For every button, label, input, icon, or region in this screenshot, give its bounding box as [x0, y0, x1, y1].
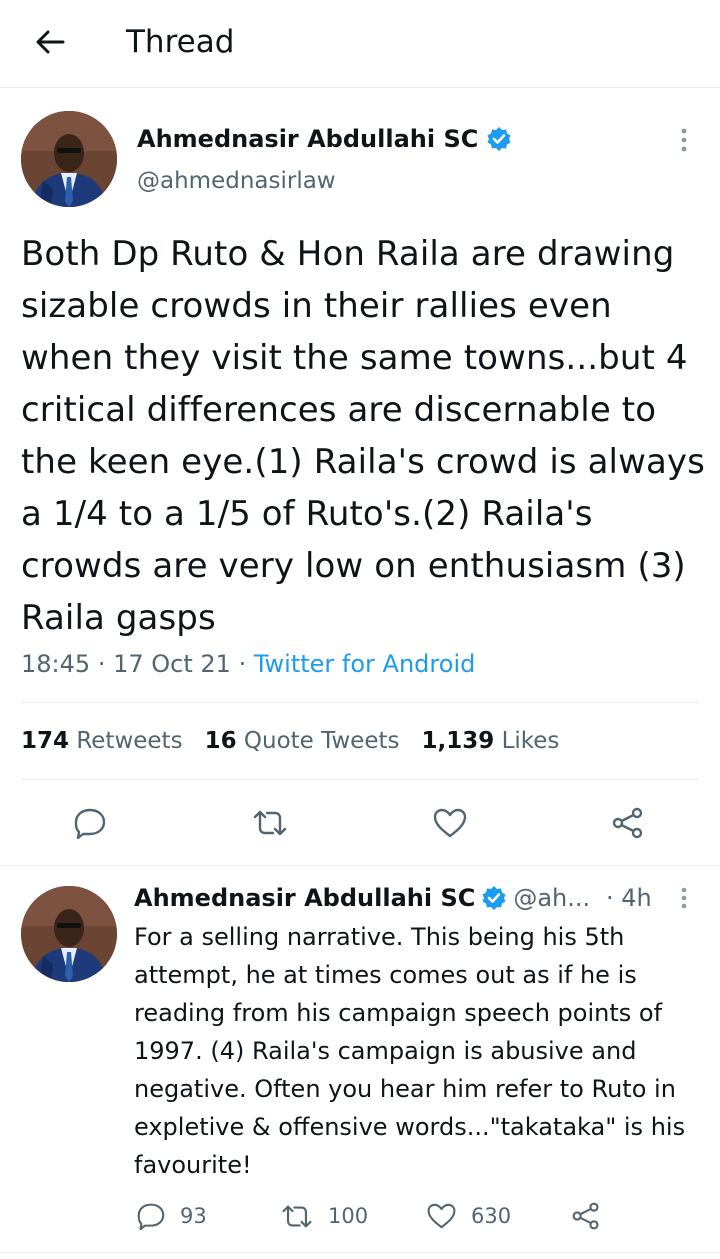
- like-button[interactable]: [428, 801, 472, 845]
- tweet-source-link[interactable]: Twitter for Android: [254, 650, 475, 678]
- tweet-time: 18:45: [21, 650, 91, 678]
- reply-icon: [74, 808, 106, 839]
- meta-separator: ·: [97, 650, 106, 678]
- more-options-button[interactable]: [670, 124, 698, 156]
- tweet-date: 17 Oct 21: [113, 650, 231, 678]
- avatar[interactable]: [21, 111, 117, 207]
- author-handle[interactable]: @ahmednasirlaw: [137, 165, 336, 197]
- top-bar: Thread: [0, 0, 720, 88]
- likes-stat[interactable]: 1,139 Likes: [421, 724, 559, 758]
- reply-more-options-button[interactable]: [670, 883, 698, 913]
- retweets-stat[interactable]: 174 Retweets: [21, 724, 183, 758]
- reply-text: For a selling narrative. This being his …: [134, 923, 686, 1179]
- verified-badge-icon: [482, 886, 506, 910]
- quote-tweets-stat[interactable]: 16 Quote Tweets: [205, 724, 400, 758]
- reply-header: Ahmednasir Abdullahi SC @ah... · 4h: [134, 880, 674, 916]
- author-name-row[interactable]: Ahmednasir Abdullahi SC: [137, 122, 512, 156]
- heart-icon: [433, 808, 467, 838]
- reply-count: 93: [180, 1204, 207, 1228]
- tweet-text: Both Dp Ruto & Hon Raila are drawing siz…: [21, 234, 705, 638]
- page-title: Thread: [126, 24, 235, 60]
- reply-avatar[interactable]: [21, 886, 117, 982]
- reply-share-button[interactable]: [570, 1196, 602, 1236]
- reply-author-handle[interactable]: @ah...: [513, 884, 590, 912]
- verified-badge-icon: [487, 127, 511, 151]
- more-vertical-icon: [681, 887, 687, 909]
- more-vertical-icon: [681, 128, 687, 152]
- divider: [0, 865, 720, 866]
- reply-author-name[interactable]: Ahmednasir Abdullahi SC: [134, 884, 475, 912]
- tweet-stats: 174 Retweets 16 Quote Tweets 1,139 Likes: [21, 724, 559, 758]
- divider: [21, 702, 699, 703]
- share-icon: [572, 1202, 599, 1230]
- retweet-icon: [282, 1205, 312, 1227]
- reply-like-button[interactable]: 630: [426, 1196, 511, 1236]
- share-button[interactable]: [606, 801, 650, 845]
- retweet-icon: [253, 810, 287, 836]
- reply-button[interactable]: [68, 801, 112, 845]
- tweet-meta: 18:45 · 17 Oct 21 · Twitter for Android: [21, 647, 475, 681]
- back-button[interactable]: [30, 22, 70, 62]
- retweet-count: 100: [328, 1204, 369, 1228]
- divider: [0, 1252, 720, 1253]
- author-name[interactable]: Ahmednasir Abdullahi SC: [137, 122, 478, 156]
- reply-reply-button[interactable]: 93: [136, 1196, 207, 1236]
- reply-icon: [137, 1203, 165, 1230]
- reply-retweet-button[interactable]: 100: [280, 1196, 368, 1236]
- like-count: 630: [471, 1204, 512, 1228]
- retweet-button[interactable]: [248, 801, 292, 845]
- divider: [21, 779, 699, 780]
- share-icon: [612, 807, 643, 839]
- arrow-left-icon: [36, 30, 65, 54]
- heart-icon: [427, 1203, 456, 1229]
- reply-timestamp: · 4h: [606, 884, 652, 912]
- meta-separator: ·: [238, 650, 247, 678]
